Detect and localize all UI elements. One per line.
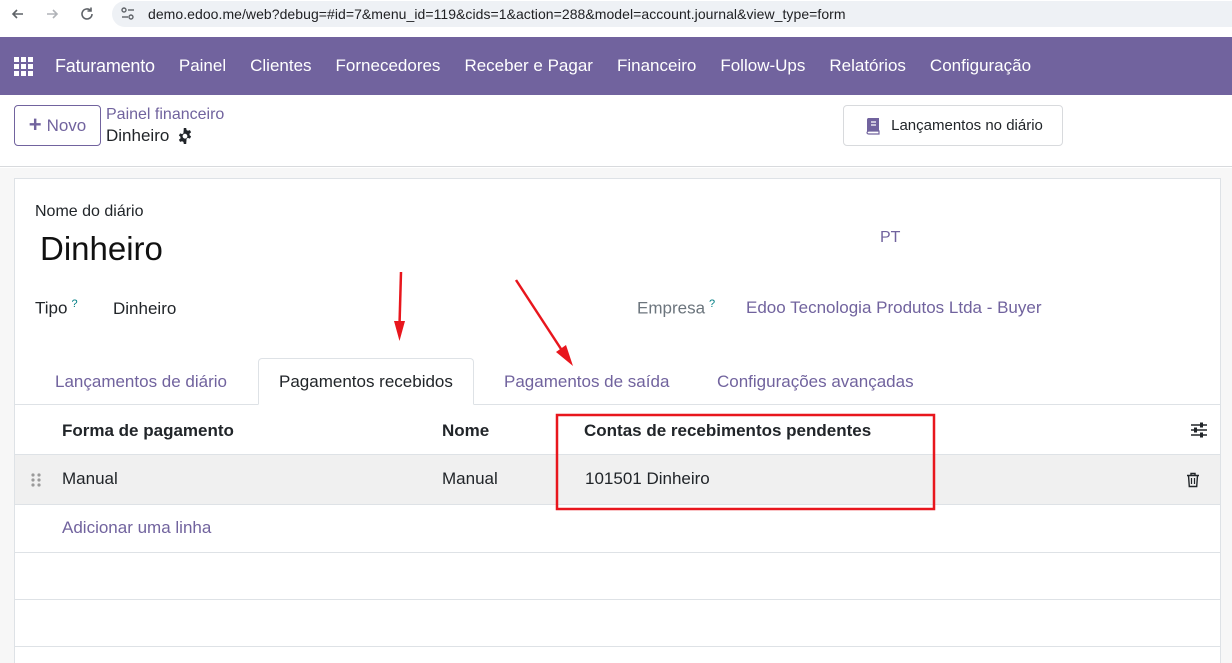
column-nome[interactable]: Nome <box>442 421 489 441</box>
table-row[interactable]: Manual Manual 101501 Dinheiro <box>15 455 1220 505</box>
breadcrumb-current-label: Dinheiro <box>106 126 170 145</box>
company-field[interactable]: Edoo Tecnologia Produtos Ltda - Buyer <box>746 298 1042 318</box>
type-label: Tipo? <box>35 298 78 319</box>
app-brand[interactable]: Faturamento <box>55 56 155 77</box>
menu-configuracao[interactable]: Configuração <box>918 56 1043 76</box>
language-toggle[interactable]: PT <box>880 229 900 247</box>
tab-pagamentos-saida[interactable]: Pagamentos de saída <box>484 358 689 405</box>
main-navbar: Faturamento Painel Clientes Fornecedores… <box>0 37 1232 95</box>
new-button-label: Novo <box>46 115 87 135</box>
column-contas-pendentes[interactable]: Contas de recebimentos pendentes <box>584 421 871 441</box>
cell-conta-pendente[interactable]: 101501 Dinheiro <box>585 469 710 489</box>
menu-fornecedores[interactable]: Fornecedores <box>324 56 453 76</box>
address-bar[interactable]: demo.edoo.me/web?debug=#id=7&menu_id=119… <box>112 1 1232 27</box>
breadcrumb-current: Dinheiro <box>106 126 193 146</box>
add-line-link[interactable]: Adicionar uma linha <box>62 518 211 538</box>
cell-nome[interactable]: Manual <box>442 469 498 489</box>
back-button[interactable] <box>4 0 32 28</box>
tab-pagamentos-recebidos[interactable]: Pagamentos recebidos <box>258 358 474 405</box>
row-divider <box>15 552 1220 553</box>
apps-grid-icon <box>13 56 33 76</box>
tab-lancamentos-diario[interactable]: Lançamentos de diário <box>35 358 247 405</box>
row-divider <box>15 599 1220 600</box>
table-header: Forma de pagamento Nome Contas de recebi… <box>15 405 1220 455</box>
arrow-right-icon <box>47 9 59 19</box>
forward-button[interactable] <box>38 0 66 28</box>
menu-financeiro[interactable]: Financeiro <box>605 56 708 76</box>
menu-follow-ups[interactable]: Follow-Ups <box>708 56 817 76</box>
breadcrumb-parent[interactable]: Painel financeiro <box>106 106 224 124</box>
type-field[interactable]: Dinheiro <box>113 299 176 319</box>
reload-button[interactable] <box>73 0 101 28</box>
book-icon <box>866 117 880 135</box>
drag-handle-icon[interactable] <box>30 472 42 488</box>
plus-icon: + <box>28 111 42 137</box>
url-text: demo.edoo.me/web?debug=#id=7&menu_id=119… <box>148 6 846 22</box>
journal-entries-label: Lançamentos no diário <box>891 117 1043 134</box>
control-panel: + Novo Painel financeiro Dinheiro Lançam… <box>0 95 1232 167</box>
tab-configuracoes-avancadas[interactable]: Configurações avançadas <box>697 358 934 405</box>
type-label-text: Tipo <box>35 298 68 318</box>
company-label-text: Empresa <box>637 298 706 318</box>
new-button[interactable]: + Novo <box>14 105 101 146</box>
gear-icon[interactable] <box>177 128 193 144</box>
column-forma-pagamento[interactable]: Forma de pagamento <box>62 421 234 441</box>
apps-menu-button[interactable] <box>0 37 46 95</box>
journal-name-field[interactable]: Dinheiro <box>40 230 163 268</box>
sliders-icon[interactable] <box>1189 420 1209 440</box>
trash-icon[interactable] <box>1186 472 1200 488</box>
journal-name-label: Nome do diário <box>35 203 144 220</box>
browser-toolbar: demo.edoo.me/web?debug=#id=7&menu_id=119… <box>0 0 1232 28</box>
site-settings-icon[interactable] <box>120 6 136 22</box>
company-help-icon[interactable]: ? <box>709 298 715 310</box>
menu-receber-pagar[interactable]: Receber e Pagar <box>452 56 605 76</box>
menu-relatorios[interactable]: Relatórios <box>817 56 918 76</box>
reload-icon <box>81 7 93 20</box>
type-help-icon[interactable]: ? <box>71 298 77 310</box>
company-label: Empresa? <box>637 298 715 319</box>
journal-entries-button[interactable]: Lançamentos no diário <box>843 105 1063 146</box>
cell-forma-pagamento[interactable]: Manual <box>62 469 118 489</box>
row-divider <box>15 646 1220 647</box>
menu-clientes[interactable]: Clientes <box>238 56 323 76</box>
menu-painel[interactable]: Painel <box>167 56 238 76</box>
arrow-left-icon <box>11 9 23 19</box>
